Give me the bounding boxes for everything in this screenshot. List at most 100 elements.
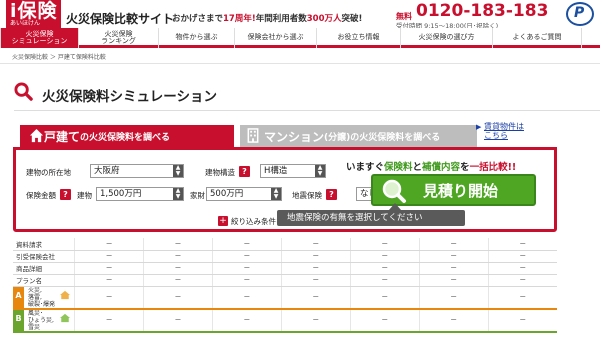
plan-name-cell: 風災･ ひょう災, 雪災 [24,308,75,333]
nav-label: 火災保険の選び方 [418,33,475,42]
building-label: 建物 [77,191,92,200]
estimate-label: 見積り開始 [423,181,499,200]
table-cell: － [349,250,420,263]
select-arrows-icon: ▲▼ [315,165,325,177]
nav-label: 火災保険 ランキング [101,29,136,45]
table-cell: － [487,274,557,287]
plan-badge: B [13,309,24,331]
plan-badge-cell: B [13,308,25,333]
plan-badge: A [13,286,24,308]
tab-mansion[interactable]: マンション (分譲) の火災保険料を調べる [240,125,477,147]
table-cell: － [280,286,351,310]
select-arrows-icon: ▲▼ [271,188,281,200]
plan-name-cell: 火災, 落雷, 破裂･爆発 [24,286,75,310]
table-row: 資料請求－－－－－－－ [13,238,557,251]
catch-years: 17周年! [223,14,256,24]
catch-copy: おかげさまで17周年!年間利用者数300万人突破! [172,12,362,24]
site-logo[interactable]: i保険 あいほけん [6,0,61,28]
rental-arrow-icon: ▶ [476,123,482,131]
search-icon [14,82,33,101]
table-cell: － [211,286,282,310]
nav-item-ranking[interactable]: 火災保険 ランキング [78,28,158,48]
contents-value: 500万円 [210,189,244,199]
table-cell: － [280,262,351,275]
table-cell: － [74,274,144,287]
nav-label: 物件から選ぶ [175,33,218,42]
nav-item-faq[interactable]: よくあるご質問 [492,28,582,48]
contents-amount-select[interactable]: 500万円 ▲ ▼ [206,187,282,201]
fire-house-icon [59,290,70,299]
help-icon[interactable]: ? [60,189,71,200]
building-icon [247,128,259,143]
table-cell: － [349,308,420,333]
catch-users: 300万人 [306,14,342,24]
building-amount-select[interactable]: 1,500万円 ▲ ▼ [96,187,184,201]
select-arrows-icon: ▲▼ [173,165,183,177]
location-select[interactable]: 大阪府 ▲ ▼ [90,164,184,178]
msg-coverage: 補償内容 [422,162,461,173]
table-cell: － [280,274,351,287]
insured-amount-label: 保険金額 [26,191,56,200]
breadcrumb[interactable]: 火災保険比較 ＞ 戸建て保険料比較 [12,52,106,61]
location-label: 建物の所在地 [26,168,71,177]
table-cell: － [487,308,557,333]
tab-house-small: の火災保険料を調べる [80,132,171,143]
help-icon[interactable]: ? [239,166,250,177]
table-cell: － [418,262,489,275]
table-cell: － [74,238,144,251]
nav-label: お役立ち情報 [337,33,380,42]
table-cell: － [143,238,213,251]
table-cell: － [143,250,213,263]
structure-select[interactable]: H構造 ▲ ▼ [260,164,326,178]
magnifier-icon [382,179,406,203]
table-cell: － [74,262,144,275]
help-icon[interactable]: ? [326,189,337,200]
plan-row: A 火災, 落雷, 破裂･爆発－－－－－－－ [13,286,557,310]
plan-row: B 風災･ ひょう災, 雪災－－－－－－－ [13,308,557,333]
rental-link[interactable]: 賃貸物件は こちら [484,122,524,140]
nav-item-by-company[interactable]: 保険会社から選ぶ [234,28,316,48]
msg-premium: 保険料 [384,162,413,173]
select-arrows-icon: ▲▼ [173,188,183,200]
row-header: 商品詳細 [13,262,75,275]
nav-item-simulation[interactable]: 火災保険 シミュレーション [0,28,78,48]
tooltip-caret [389,203,401,210]
table-cell: － [418,308,489,333]
main-nav: 火災保険 シミュレーション 火災保険 ランキング 物件から選ぶ 保険会社から選ぶ… [0,28,600,48]
table-cell: － [418,286,489,310]
msg-mid: を [460,162,470,173]
nav-item-useful-info[interactable]: お役立ち情報 [316,28,400,48]
results-table: 資料請求－－－－－－－引受保険会社－－－－－－－商品詳細－－－－－－－プラン名－… [13,238,557,333]
table-cell: － [487,262,557,275]
plan-badge-cell: A [13,286,25,310]
msg-compare: 一括比較!! [469,162,517,173]
header-divider [0,63,600,64]
start-estimate-button[interactable]: 見積り開始 [371,174,536,206]
row-header: 引受保険会社 [13,250,75,263]
table-cell: － [487,238,557,251]
table-cell: － [143,274,213,287]
table-cell: － [349,286,420,310]
building-value: 1,500万円 [100,189,142,199]
tab-house[interactable]: 戸建て の火災保険料を調べる [20,125,234,147]
table-cell: － [211,238,282,251]
table-cell: － [74,286,144,310]
simulation-form: 建物の所在地 大阪府 ▲ ▼ 建物構造 ? H構造 ▲ ▼ いますぐ保険料と補償内容… [13,147,557,232]
house-icon [29,128,44,143]
catch-post: 突破! [341,14,363,24]
table-cell: － [349,274,420,287]
nav-label: 保険会社から選ぶ [247,33,304,42]
privacy-mark-icon: P [566,2,594,26]
nav-item-how-to-choose[interactable]: 火災保険の選び方 [400,28,492,48]
site-title: 火災保険比較サイト [66,12,175,26]
site-header: i保険 あいほけん 火災保険比較サイト おかげさまで17周年!年間利用者数300… [0,0,600,30]
table-row: 引受保険会社－－－－－－－ [13,250,557,263]
table-cell: － [74,308,144,333]
msg-pre: いますぐ [346,162,385,173]
page-title: 火災保険料シミュレーション [42,89,217,105]
table-cell: － [487,286,557,310]
table-cell: － [487,250,557,263]
phone-number[interactable]: 0120-183-183 [416,1,548,21]
storm-house-icon [59,313,70,322]
nav-item-by-property[interactable]: 物件から選ぶ [158,28,234,48]
